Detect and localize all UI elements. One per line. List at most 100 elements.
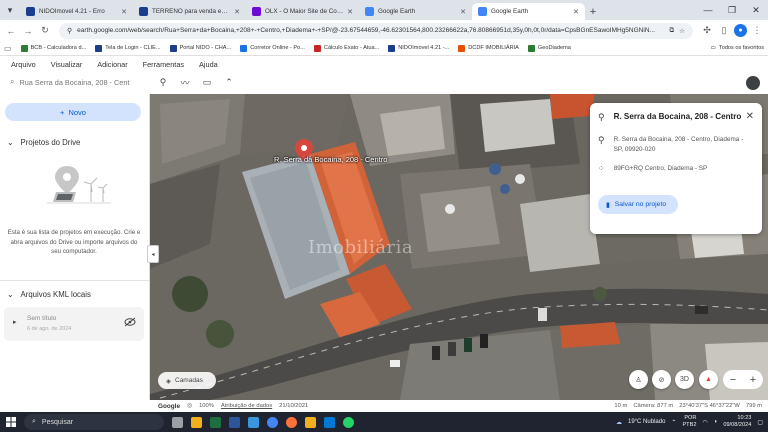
hide-icon[interactable]: ⊘	[652, 370, 671, 389]
clock[interactable]: 10:23 09/08/2024	[723, 415, 751, 429]
store-icon[interactable]	[244, 412, 263, 432]
forward-icon[interactable]: →	[21, 24, 35, 38]
more-menu-icon[interactable]: ⋮	[750, 24, 764, 38]
bookmark-label: Portal NIDO - CHA...	[179, 45, 232, 51]
chevron-up-icon[interactable]: ⌃	[222, 75, 236, 89]
browser-tab[interactable]: Google Earth ✕	[359, 3, 472, 20]
explorer-icon[interactable]	[301, 412, 320, 432]
compass-icon[interactable]: ▲	[699, 370, 718, 389]
wifi-icon[interactable]: ◠	[702, 419, 707, 426]
window-controls: — ❐ ✕	[696, 0, 768, 20]
view-3d-button[interactable]: 3D	[675, 370, 694, 389]
drive-projects-header[interactable]: ⌄ Projetos do Drive	[7, 138, 80, 147]
tab-close-icon[interactable]: ✕	[347, 8, 353, 16]
browser-tab[interactable]: TERRENO para venda em Diad ✕	[133, 3, 246, 20]
close-window-icon[interactable]: ✕	[744, 0, 768, 20]
scale-label: 10 m	[614, 403, 628, 409]
account-icon[interactable]	[746, 76, 760, 90]
clock-time: 10:23	[737, 415, 752, 421]
address-bar[interactable]: ⚲ earth.google.com/web/search/Rua+Serra+…	[59, 22, 693, 39]
profile-avatar[interactable]: ●	[734, 24, 747, 37]
bookmark-item[interactable]: Tela de Login - CLIE...	[95, 44, 161, 52]
bookmark-item[interactable]: Cálculo Exato - Atua...	[313, 44, 380, 52]
earth-menu-bar: Arquivo Visualizar Adicionar Ferramentas…	[0, 56, 768, 72]
maximize-icon[interactable]: ❐	[720, 0, 744, 20]
earth-toolbar: ⌕ Rua Serra da Bocaina, 208 - Cent ⚲ 〰 ▭…	[0, 72, 768, 92]
browser-tab[interactable]: Google Earth ✕	[472, 3, 585, 20]
task-view-icon[interactable]	[168, 412, 187, 432]
card-plus-code: 89FG+RQ Centro, Diadema - SP	[613, 165, 708, 172]
new-tab-button[interactable]: +	[585, 3, 601, 20]
data-attribution-link[interactable]: Atribuição de dados	[221, 403, 272, 409]
globe-icon: ◎	[187, 403, 193, 409]
save-to-project-button[interactable]: ▮ Salvar no projeto	[598, 195, 678, 214]
taskbar-search[interactable]: ⌕ Pesquisar	[24, 414, 164, 430]
tab-search-icon[interactable]: ▾	[0, 0, 20, 20]
whatsapp-icon[interactable]	[339, 412, 358, 432]
card-plus-code-row: ⁘ 89FG+RQ Centro, Diadema - SP	[598, 164, 744, 174]
zoom-level: 100%	[199, 403, 214, 409]
install-icon[interactable]: ⧉	[670, 27, 675, 35]
tab-close-icon[interactable]: ✕	[121, 8, 127, 16]
new-project-button[interactable]: + Novo	[5, 103, 141, 121]
menu-arquivo[interactable]: Arquivo	[11, 60, 36, 69]
new-project-label: Novo	[68, 107, 86, 117]
windows-start-icon[interactable]	[0, 412, 22, 432]
kml-header[interactable]: ⌄ Arquivos KML locais	[7, 290, 91, 299]
extensions-icon[interactable]: ✣	[700, 24, 714, 38]
bookmark-item[interactable]: DCDF IMOBILIÁRIA	[458, 44, 519, 52]
tab-close-icon[interactable]: ✕	[573, 8, 579, 16]
firefox-icon[interactable]	[282, 412, 301, 432]
collapse-panel-button[interactable]: ◂	[147, 245, 159, 263]
place-pin-icon[interactable]: ⚲	[156, 75, 170, 89]
sidepanel-icon[interactable]: ▯	[717, 24, 731, 38]
menu-ajuda[interactable]: Ajuda	[199, 60, 218, 69]
reload-icon[interactable]: ↻	[38, 24, 52, 38]
volume-icon[interactable]: ◖	[714, 419, 718, 425]
browser-tab[interactable]: NIDOImovel 4.21 - Erro ✕	[20, 3, 133, 20]
bookmark-item[interactable]: GeoDiadema	[527, 44, 571, 52]
street-view-icon[interactable]: ♙	[629, 370, 648, 389]
bookmark-item[interactable]: BCB - Calculadora d...	[20, 44, 86, 52]
chrome-icon[interactable]	[263, 412, 282, 432]
chevron-right-icon[interactable]: ▸	[13, 318, 17, 326]
tab-close-icon[interactable]: ✕	[234, 8, 240, 16]
notifications-icon[interactable]: ▢	[757, 419, 763, 426]
tab-close-icon[interactable]: ✕	[460, 8, 466, 16]
bookmark-label: NIDOImovel 4.21 -...	[398, 45, 450, 51]
layers-button[interactable]: ◈ Camadas	[158, 372, 216, 389]
chevron-up-icon[interactable]: ⌃	[671, 419, 676, 426]
measure-icon[interactable]: ▭	[200, 75, 214, 89]
visibility-off-icon[interactable]	[124, 317, 136, 327]
path-icon[interactable]: 〰	[178, 75, 192, 89]
bookmark-star-icon[interactable]: ☆	[679, 27, 685, 35]
zoom-in-button[interactable]: +	[750, 374, 756, 386]
kml-file-item[interactable]: ▸ Sem título 6 de ago. de 2024	[4, 307, 144, 341]
bookmark-item[interactable]: Portal NIDO - CHA...	[169, 44, 232, 52]
menu-adicionar[interactable]: Adicionar	[97, 60, 127, 69]
menu-visualizar[interactable]: Visualizar	[51, 60, 83, 69]
bookmark-label: Tela de Login - CLIE...	[105, 45, 161, 51]
word-icon[interactable]	[225, 412, 244, 432]
card-address: R. Serra da Bocaina, 208 - Centro, Diade…	[613, 136, 744, 153]
browser-tab[interactable]: OLX - O Maior Site de Compra ✕	[246, 3, 359, 20]
bookmark-item[interactable]: NIDOImovel 4.21 -...	[388, 44, 450, 52]
all-bookmarks[interactable]: ▭ Todos os favoritos	[711, 45, 764, 51]
bookmark-item[interactable]: Corretor Online - Po...	[240, 44, 305, 52]
pin-label: R. Serra da Bocaina, 208 - Centro	[274, 155, 388, 164]
bookmark-label: Cálculo Exato - Atua...	[323, 45, 380, 51]
file-explorer-icon[interactable]	[187, 412, 206, 432]
excel-icon[interactable]	[206, 412, 225, 432]
site-info-icon[interactable]: ⚲	[67, 27, 72, 35]
weather-text[interactable]: 19°C Nublado	[628, 419, 665, 425]
bookmark-folder-icon[interactable]: ▭	[4, 44, 12, 53]
outlook-icon[interactable]	[320, 412, 339, 432]
zoom-out-button[interactable]: −	[730, 374, 736, 386]
bookmark-favicon-icon	[169, 44, 177, 52]
menu-ferramentas[interactable]: Ferramentas	[143, 60, 184, 69]
language-indicator[interactable]: POR PTB2	[682, 415, 696, 429]
close-icon[interactable]: ✕	[746, 111, 754, 122]
back-icon[interactable]: ←	[4, 24, 18, 38]
search-input[interactable]: ⌕ Rua Serra da Bocaina, 208 - Cent	[10, 74, 148, 90]
minimize-icon[interactable]: —	[696, 0, 720, 20]
